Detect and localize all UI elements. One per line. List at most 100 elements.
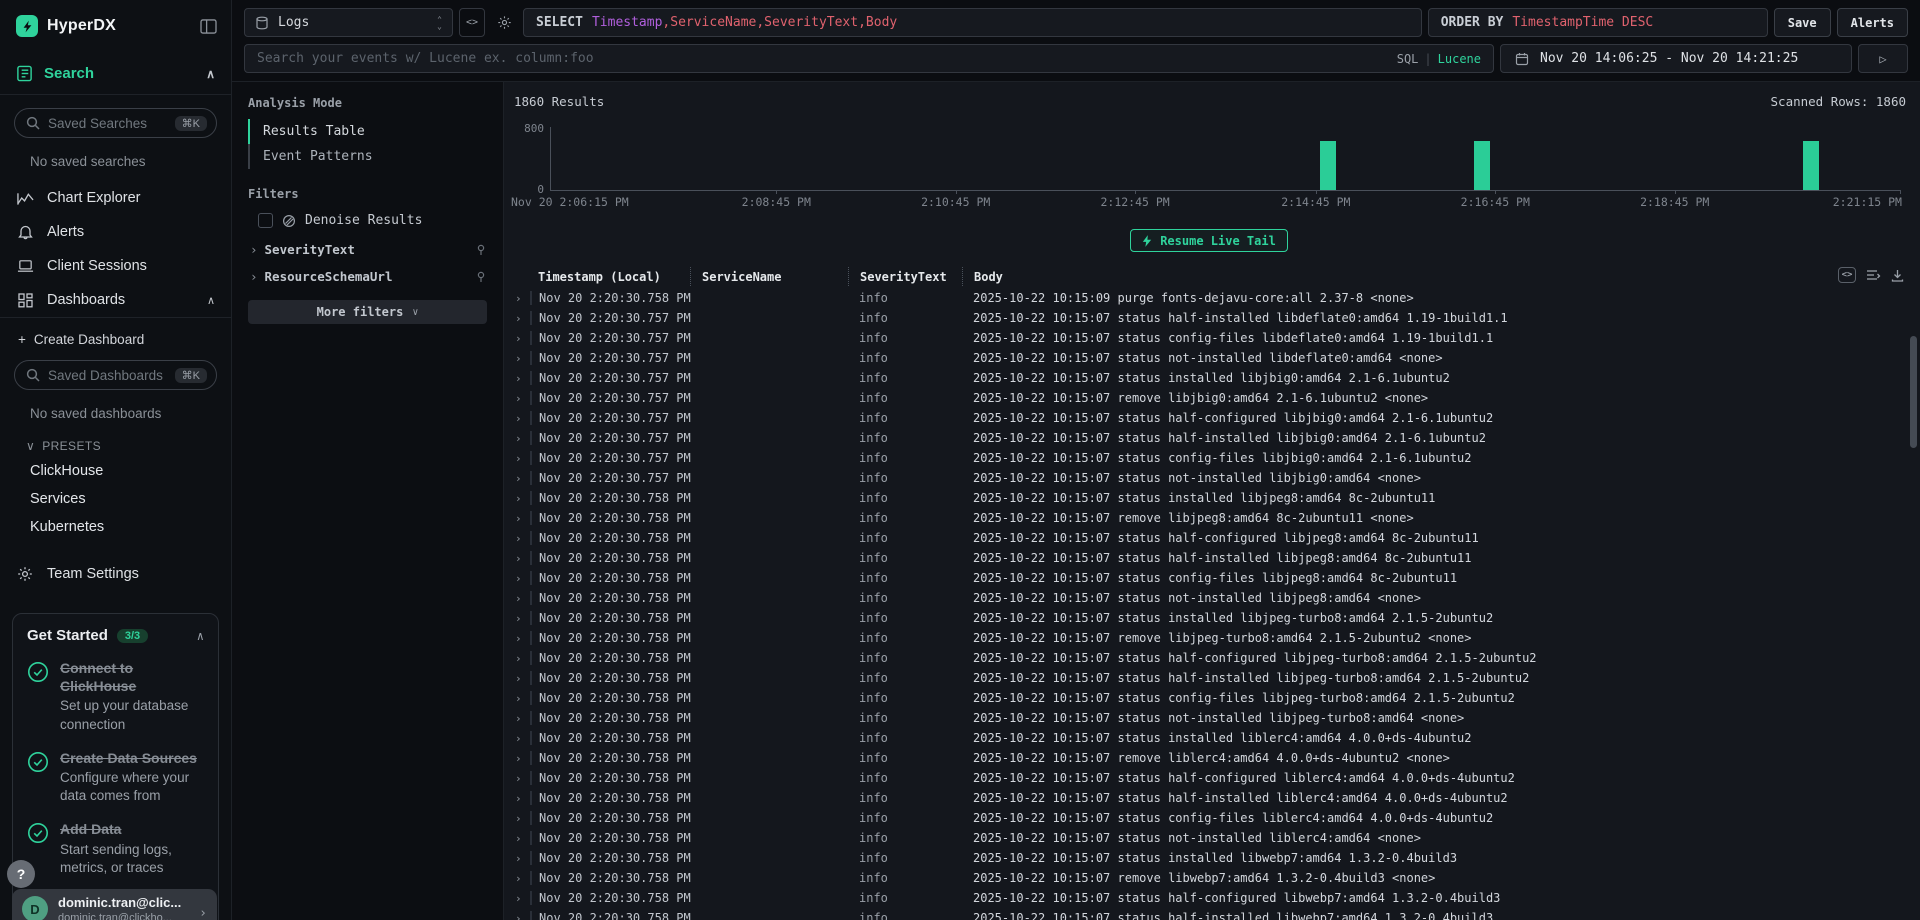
sidebar-nav-item[interactable]: Chart Explorer ∧ bbox=[0, 181, 231, 215]
search-input[interactable] bbox=[257, 51, 1391, 66]
expand-row-icon[interactable]: › bbox=[510, 872, 530, 885]
table-row[interactable]: › Nov 20 2:20:30.758 PM info 2025-10-22 … bbox=[510, 588, 1908, 608]
table-row[interactable]: › Nov 20 2:20:30.757 PM info 2025-10-22 … bbox=[510, 408, 1908, 428]
histogram-bar[interactable] bbox=[1803, 141, 1819, 190]
saved-searches-input[interactable]: ⌘K bbox=[14, 108, 217, 138]
sidebar-nav-item[interactable]: Dashboards ∧ bbox=[0, 283, 231, 317]
histogram-bar[interactable] bbox=[1474, 141, 1490, 190]
table-row[interactable]: › Nov 20 2:20:30.758 PM info 2025-10-22 … bbox=[510, 488, 1908, 508]
table-row[interactable]: › Nov 20 2:20:30.758 PM info 2025-10-22 … bbox=[510, 748, 1908, 768]
chevron-up-icon[interactable]: ∧ bbox=[197, 629, 204, 643]
expand-row-icon[interactable]: › bbox=[510, 432, 530, 445]
expand-row-icon[interactable]: › bbox=[510, 772, 530, 785]
expand-row-icon[interactable]: › bbox=[510, 472, 530, 485]
expand-row-icon[interactable]: › bbox=[510, 672, 530, 685]
create-dashboard-button[interactable]: + Create Dashboard bbox=[0, 318, 231, 347]
preset-item[interactable]: ClickHouse bbox=[0, 457, 231, 485]
table-row[interactable]: › Nov 20 2:20:30.758 PM info 2025-10-22 … bbox=[510, 288, 1908, 308]
expand-row-icon[interactable]: › bbox=[510, 592, 530, 605]
expand-row-icon[interactable]: › bbox=[510, 692, 530, 705]
save-button[interactable]: Save bbox=[1774, 8, 1831, 37]
expand-row-icon[interactable]: › bbox=[510, 612, 530, 625]
table-row[interactable]: › Nov 20 2:20:30.758 PM info 2025-10-22 … bbox=[510, 608, 1908, 628]
expand-row-icon[interactable]: › bbox=[510, 452, 530, 465]
table-row[interactable]: › Nov 20 2:20:30.757 PM info 2025-10-22 … bbox=[510, 428, 1908, 448]
alerts-button[interactable]: Alerts bbox=[1837, 8, 1908, 37]
sidebar-nav-item[interactable]: Client Sessions ∧ bbox=[0, 249, 231, 283]
chevron-up-icon[interactable]: ∧ bbox=[206, 67, 215, 81]
analysis-mode-item[interactable]: Results Table bbox=[248, 119, 487, 144]
sidebar-nav-item[interactable]: Alerts ∧ bbox=[0, 215, 231, 249]
preset-item[interactable]: Services bbox=[0, 485, 231, 513]
saved-searches-field[interactable] bbox=[48, 116, 167, 131]
table-row[interactable]: › Nov 20 2:20:30.758 PM info 2025-10-22 … bbox=[510, 788, 1908, 808]
preset-item[interactable]: Kubernetes bbox=[0, 513, 231, 541]
saved-dashboards-field[interactable] bbox=[48, 368, 167, 383]
pin-icon[interactable] bbox=[475, 244, 487, 256]
help-button[interactable]: ? bbox=[7, 860, 35, 888]
expand-row-icon[interactable]: › bbox=[510, 372, 530, 385]
expand-row-icon[interactable]: › bbox=[510, 852, 530, 865]
expand-row-icon[interactable]: › bbox=[510, 412, 530, 425]
table-row[interactable]: › Nov 20 2:20:30.757 PM info 2025-10-22 … bbox=[510, 328, 1908, 348]
expand-row-icon[interactable]: › bbox=[510, 712, 530, 725]
expand-row-icon[interactable]: › bbox=[510, 792, 530, 805]
select-clause-editor[interactable]: SELECT Timestamp,ServiceName,SeverityTex… bbox=[523, 8, 1422, 37]
table-row[interactable]: › Nov 20 2:20:30.758 PM info 2025-10-22 … bbox=[510, 848, 1908, 868]
get-started-item[interactable]: Create Data Sources Configure where your… bbox=[27, 749, 204, 806]
event-search-box[interactable]: SQL | Lucene bbox=[244, 44, 1494, 73]
language-toggle-sql[interactable]: SQL bbox=[1397, 52, 1419, 66]
table-row[interactable]: › Nov 20 2:20:30.758 PM info 2025-10-22 … bbox=[510, 548, 1908, 568]
expand-row-icon[interactable]: › bbox=[510, 312, 530, 325]
table-row[interactable]: › Nov 20 2:20:30.757 PM info 2025-10-22 … bbox=[510, 368, 1908, 388]
filter-group[interactable]: › ResourceSchemaUrl bbox=[248, 259, 487, 286]
table-row[interactable]: › Nov 20 2:20:30.757 PM info 2025-10-22 … bbox=[510, 308, 1908, 328]
column-settings-button[interactable] bbox=[1866, 269, 1881, 281]
pin-icon[interactable] bbox=[475, 271, 487, 283]
table-row[interactable]: › Nov 20 2:20:30.757 PM info 2025-10-22 … bbox=[510, 388, 1908, 408]
resume-live-tail-button[interactable]: Resume Live Tail bbox=[1130, 229, 1288, 252]
expand-row-icon[interactable]: › bbox=[510, 892, 530, 905]
download-button[interactable] bbox=[1891, 269, 1904, 282]
expand-row-icon[interactable]: › bbox=[510, 392, 530, 405]
table-row[interactable]: › Nov 20 2:20:30.758 PM info 2025-10-22 … bbox=[510, 828, 1908, 848]
expand-row-icon[interactable]: › bbox=[510, 912, 530, 920]
expand-row-icon[interactable]: › bbox=[510, 292, 530, 305]
table-row[interactable]: › Nov 20 2:20:30.758 PM info 2025-10-22 … bbox=[510, 668, 1908, 688]
more-filters-button[interactable]: More filters ∨ bbox=[248, 300, 487, 324]
sidebar-item-team-settings[interactable]: Team Settings bbox=[0, 557, 231, 591]
vertical-scrollbar[interactable] bbox=[1910, 336, 1917, 448]
expand-row-icon[interactable]: › bbox=[510, 732, 530, 745]
table-row[interactable]: › Nov 20 2:20:30.757 PM info 2025-10-22 … bbox=[510, 348, 1908, 368]
table-row[interactable]: › Nov 20 2:20:30.758 PM info 2025-10-22 … bbox=[510, 648, 1908, 668]
column-header-servicename[interactable]: ServiceName bbox=[690, 267, 848, 286]
table-row[interactable]: › Nov 20 2:20:30.758 PM info 2025-10-22 … bbox=[510, 768, 1908, 788]
table-row[interactable]: › Nov 20 2:20:30.757 PM info 2025-10-22 … bbox=[510, 448, 1908, 468]
saved-dashboards-input[interactable]: ⌘K bbox=[14, 360, 217, 390]
time-range-picker[interactable]: Nov 20 14:06:25 - Nov 20 14:21:25 bbox=[1500, 44, 1852, 73]
denoise-checkbox[interactable] bbox=[258, 213, 273, 228]
expand-row-icon[interactable]: › bbox=[510, 332, 530, 345]
table-row[interactable]: › Nov 20 2:20:30.758 PM info 2025-10-22 … bbox=[510, 808, 1908, 828]
table-row[interactable]: › Nov 20 2:20:30.758 PM info 2025-10-22 … bbox=[510, 888, 1908, 908]
table-row[interactable]: › Nov 20 2:20:30.758 PM info 2025-10-22 … bbox=[510, 528, 1908, 548]
expand-row-icon[interactable]: › bbox=[510, 352, 530, 365]
column-header-severitytext[interactable]: SeverityText bbox=[848, 267, 962, 286]
table-row[interactable]: › Nov 20 2:20:30.758 PM info 2025-10-22 … bbox=[510, 568, 1908, 588]
expand-row-icon[interactable]: › bbox=[510, 752, 530, 765]
user-menu[interactable]: D dominic.tran@clic... dominic.tran@clic… bbox=[12, 889, 217, 920]
sidebar-item-search[interactable]: Search ∧ bbox=[0, 47, 231, 94]
table-row[interactable]: › Nov 20 2:20:30.758 PM info 2025-10-22 … bbox=[510, 688, 1908, 708]
histogram-plot[interactable]: Nov 20 2:06:15 PM2:08:45 PM2:10:45 PM2:1… bbox=[550, 127, 1900, 191]
table-row[interactable]: › Nov 20 2:20:30.758 PM info 2025-10-22 … bbox=[510, 728, 1908, 748]
column-header-timestamp[interactable]: Timestamp (Local) bbox=[530, 270, 690, 284]
expand-row-icon[interactable]: › bbox=[510, 572, 530, 585]
table-row[interactable]: › Nov 20 2:20:30.758 PM info 2025-10-22 … bbox=[510, 868, 1908, 888]
collapse-sidebar-icon[interactable] bbox=[200, 19, 217, 34]
code-mode-button[interactable]: <> bbox=[459, 8, 485, 37]
histogram-bar[interactable] bbox=[1320, 141, 1336, 190]
analysis-mode-item[interactable]: Event Patterns bbox=[248, 144, 487, 169]
view-source-button[interactable]: <> bbox=[1838, 267, 1856, 283]
expand-row-icon[interactable]: › bbox=[510, 632, 530, 645]
expand-row-icon[interactable]: › bbox=[510, 552, 530, 565]
